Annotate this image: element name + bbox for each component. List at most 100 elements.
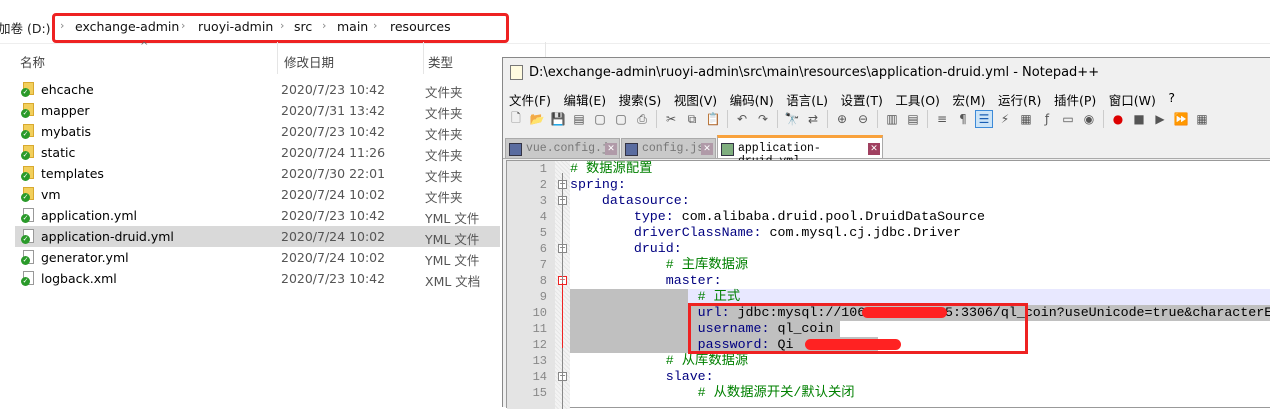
code-line: type: com.alibaba.druid.pool.DruidDataSo…	[570, 209, 985, 225]
menu-item[interactable]: 编码(N)	[730, 90, 774, 108]
column-header-type[interactable]: 类型	[428, 52, 453, 71]
undo-icon[interactable]: ↶	[733, 110, 751, 128]
tab-vue-config-js[interactable]: vue.config.js ✕	[505, 138, 620, 159]
save-icon[interactable]: 💾	[549, 110, 567, 128]
file-icon: ✓	[21, 229, 34, 244]
close-all-icon[interactable]: ▢	[612, 110, 630, 128]
save-macro-icon[interactable]: ▦	[1193, 110, 1211, 128]
column-divider[interactable]	[277, 42, 278, 74]
file-row[interactable]: ✓ generator.yml 2020/7/24 10:02 YML 文件	[15, 247, 500, 268]
file-row[interactable]: ✓ mapper 2020/7/31 13:42 文件夹	[15, 100, 500, 121]
column-divider[interactable]	[423, 42, 424, 74]
zoom-out-icon[interactable]: ⊖	[854, 110, 872, 128]
file-date: 2020/7/30 22:01	[281, 166, 386, 181]
menu-item[interactable]: 编辑(E)	[563, 90, 606, 108]
file-row[interactable]: ✓ templates 2020/7/30 22:01 文件夹	[15, 163, 500, 184]
menu-bar: 文件(F) 编辑(E) 搜索(S) 视图(V) 编码(N) 语言(L) 设置(T) 工具(O)…	[509, 90, 1188, 108]
code-line: spring:	[570, 177, 626, 193]
tab-config-js[interactable]: config.js ✕	[621, 138, 716, 159]
menu-item[interactable]: 插件(P)	[1054, 90, 1096, 108]
folder-icon: ✓	[21, 166, 34, 181]
print-icon[interactable]: ⎙	[633, 110, 651, 128]
sync-h-icon[interactable]: ▤	[904, 110, 922, 128]
column-header-name[interactable]: 名称	[20, 52, 45, 71]
code-editor[interactable]: 1# 数据源配置2−spring:3− datasource:4 type: c…	[506, 160, 1270, 409]
sync-check-icon: ✓	[21, 235, 30, 244]
highlight-box	[688, 303, 1028, 354]
monitor-icon[interactable]: ◉	[1080, 110, 1098, 128]
save-state-icon	[721, 143, 734, 156]
file-row[interactable]: ✓ application-druid.yml 2020/7/24 10:02 YML…	[15, 226, 500, 247]
copy-icon[interactable]: ⧉	[683, 110, 701, 128]
file-type: YML 文件	[425, 253, 480, 268]
word-wrap-icon[interactable]: ≡	[933, 110, 951, 128]
save-state-icon	[509, 143, 522, 156]
menu-item[interactable]: 运行(R)	[998, 90, 1041, 108]
udl-icon[interactable]: ⚡	[996, 110, 1014, 128]
run-macro-multiple-icon[interactable]: ⏩	[1172, 110, 1190, 128]
indent-guide-icon[interactable]: ☰	[975, 110, 993, 128]
tab-application-druid-yml[interactable]: application-druid.yml✕	[717, 135, 883, 168]
replace-icon[interactable]: ⇄	[804, 110, 822, 128]
file-row[interactable]: ✓ static 2020/7/24 11:26 文件夹	[15, 142, 500, 163]
column-header-date[interactable]: 修改日期	[284, 52, 334, 71]
file-date: 2020/7/23 10:42	[281, 124, 386, 139]
menu-item[interactable]: ?	[1168, 90, 1175, 108]
file-type: 文件夹	[425, 85, 463, 100]
menu-item[interactable]: 设置(T)	[840, 90, 882, 108]
close-icon[interactable]: ✕	[868, 143, 880, 155]
cut-icon[interactable]: ✂	[662, 110, 680, 128]
file-row[interactable]: ✓ logback.xml 2020/7/23 10:42 XML 文档	[15, 268, 500, 289]
save-all-icon[interactable]: ▤	[570, 110, 588, 128]
file-row[interactable]: ✓ vm 2020/7/24 10:02 文件夹	[15, 184, 500, 205]
close-icon[interactable]: ✕	[605, 143, 617, 155]
menu-item[interactable]: 工具(O)	[895, 90, 940, 108]
close-icon[interactable]: ▢	[591, 110, 609, 128]
paste-icon[interactable]: 📋	[704, 110, 722, 128]
yaml-key: datasource:	[601, 193, 690, 208]
zoom-in-icon[interactable]: ⊕	[833, 110, 851, 128]
code-line: master:	[570, 273, 722, 289]
drive-label[interactable]: 加卷 (D:)	[0, 18, 51, 37]
line-number: 9	[539, 290, 547, 304]
new-file-icon[interactable]: 🗋	[507, 110, 525, 128]
find-icon[interactable]: 🔭	[783, 110, 801, 128]
file-name: logback.xml	[41, 271, 117, 286]
open-file-icon[interactable]: 📂	[528, 110, 546, 128]
doc-map-icon[interactable]: ▦	[1017, 110, 1035, 128]
redo-icon[interactable]: ↷	[754, 110, 772, 128]
function-list-icon[interactable]: ƒ	[1038, 110, 1056, 128]
file-row[interactable]: ✓ mybatis 2020/7/23 10:42 文件夹	[15, 121, 500, 142]
folder-workspace-icon[interactable]: ▭	[1059, 110, 1077, 128]
line-number: 11	[532, 322, 547, 336]
menu-item[interactable]: 文件(F)	[509, 90, 551, 108]
yaml-comment: # 从数据源开关/默认关闭	[697, 385, 855, 400]
file-row[interactable]: ✓ ehcache 2020/7/23 10:42 文件夹	[15, 79, 500, 100]
play-macro-icon[interactable]: ▶	[1151, 110, 1169, 128]
file-type: YML 文件	[425, 211, 480, 226]
sync-v-icon[interactable]: ▥	[883, 110, 901, 128]
file-name: templates	[41, 166, 104, 181]
record-macro-icon[interactable]: ●	[1109, 110, 1127, 128]
close-icon[interactable]: ✕	[701, 143, 713, 155]
toolbar-separator	[827, 110, 828, 128]
folder-icon: ✓	[21, 187, 34, 202]
show-all-icon[interactable]: ¶	[954, 110, 972, 128]
file-icon: ✓	[21, 271, 34, 286]
file-name: static	[41, 145, 76, 160]
stop-record-icon[interactable]: ■	[1130, 110, 1148, 128]
toolbar-separator	[927, 110, 928, 128]
file-type: 文件夹	[425, 169, 463, 184]
menu-item[interactable]: 搜索(S)	[619, 90, 662, 108]
code-line: druid:	[570, 241, 682, 257]
file-row[interactable]: ✓ application.yml 2020/7/23 10:42 YML 文件	[15, 205, 500, 226]
toolbar-separator	[877, 110, 878, 128]
yaml-key: spring:	[570, 177, 626, 192]
menu-item[interactable]: 窗口(W)	[1109, 90, 1156, 108]
menu-item[interactable]: 宏(M)	[952, 90, 985, 108]
yaml-value: com.alibaba.druid.pool.DruidDataSource	[673, 209, 985, 224]
menu-item[interactable]: 视图(V)	[674, 90, 717, 108]
menu-item[interactable]: 语言(L)	[786, 90, 828, 108]
file-type: YML 文件	[425, 232, 480, 247]
